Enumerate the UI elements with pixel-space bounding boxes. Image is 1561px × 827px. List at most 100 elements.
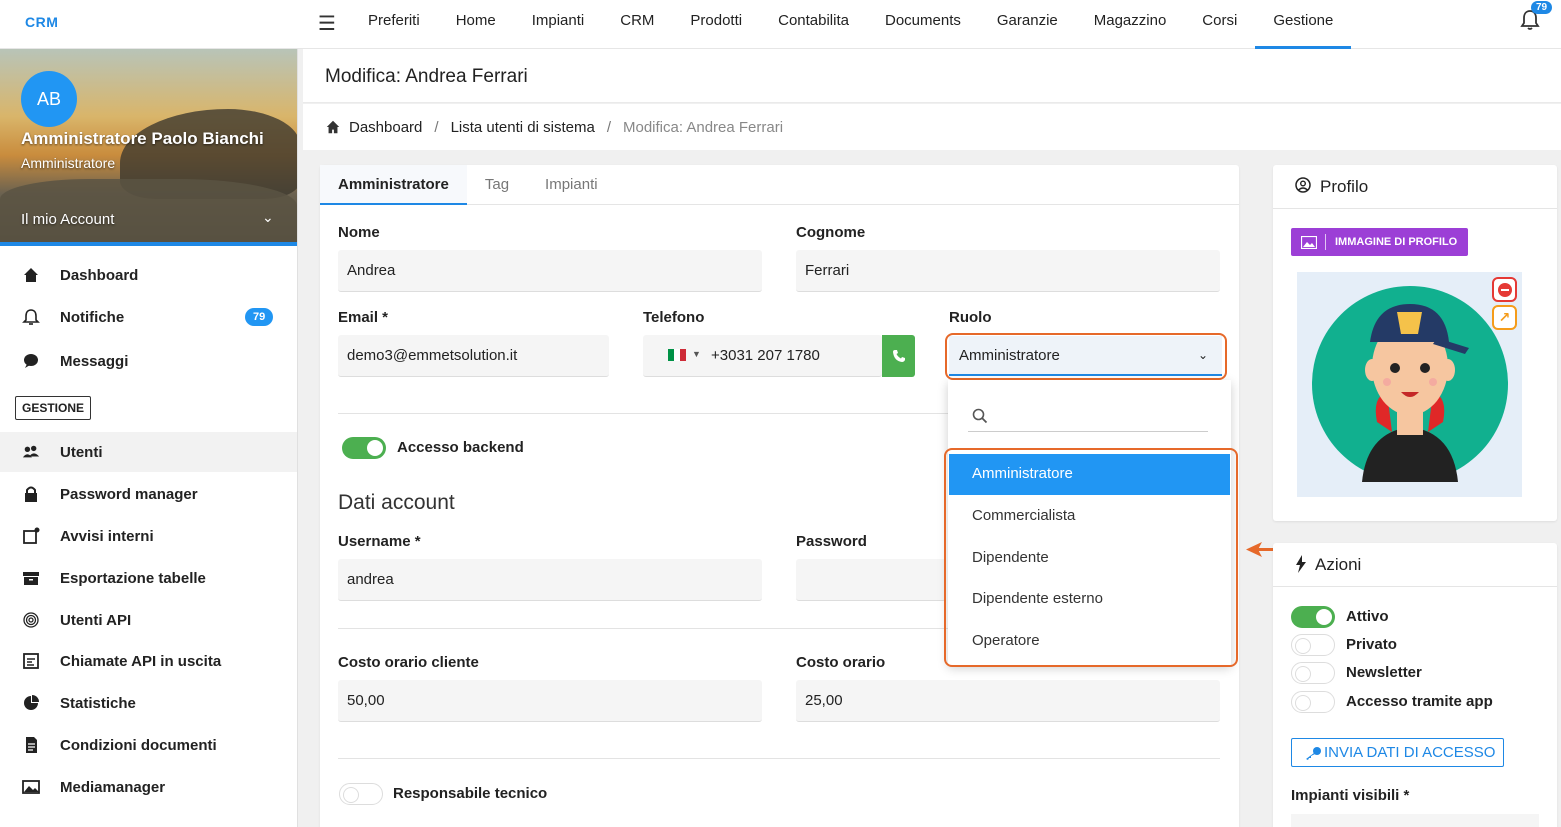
avatar[interactable]: AB [21,71,77,127]
api-icon [23,653,39,669]
password-label: Password [796,533,867,550]
password-field[interactable] [796,559,946,601]
profile-image-button[interactable]: IMMAGINE DI PROFILO [1291,228,1468,256]
sidebar-item-condizioni-documenti[interactable]: Condizioni documenti [0,725,297,765]
impianti-visibili-label: Impianti visibili * [1291,787,1410,804]
sidebar: AB Amministratore Paolo Bianchi Amminist… [0,49,298,827]
email-label: Email * [338,309,389,326]
image-icon [22,780,40,794]
home-icon [326,120,340,134]
privato-toggle[interactable] [1291,634,1335,656]
page-title: Modifica: Andrea Ferrari [325,66,528,87]
sidebar-item-password-manager[interactable]: Password manager [0,474,297,514]
remove-image-icon-inner [1497,282,1512,297]
nav-garanzie[interactable]: Garanzie [979,0,1076,49]
divider [338,413,948,414]
lock-icon [25,486,37,502]
menu-icon[interactable]: ☰ [318,11,336,36]
accesso-backend-label: Accesso backend [397,439,524,456]
accesso-app-toggle[interactable] [1291,691,1335,713]
sidebar-item-avvisi-interni[interactable]: Avvisi interni [0,516,297,556]
sidebar-item-notifiche[interactable]: Notifiche 79 [0,297,297,337]
app-logo[interactable]: CRM [25,14,58,30]
cognome-field[interactable]: Ferrari [796,250,1220,292]
nav-prodotti[interactable]: Prodotti [672,0,760,49]
remove-image-icon-bar [1500,288,1509,291]
tab-impianti[interactable]: Impianti [527,165,616,205]
call-button[interactable] [882,335,915,377]
chat-icon [24,354,38,368]
dropdown-search-input[interactable] [968,400,1208,432]
nav-impianti[interactable]: Impianti [514,0,603,49]
sidebar-item-label: Utenti [60,443,103,461]
arrow-head-icon [1246,542,1262,557]
nav-magazzino[interactable]: Magazzino [1076,0,1185,49]
sidebar-item-dashboard[interactable]: Dashboard [0,255,297,295]
nome-field[interactable]: Andrea [338,250,762,292]
azioni-title: Azioni [1315,555,1362,574]
username-label: Username * [338,533,421,550]
tab-tag[interactable]: Tag [467,165,527,205]
email-field[interactable]: demo3@emmetsolution.it [338,335,609,377]
nav-preferiti[interactable]: Preferiti [350,0,438,49]
responsabile-tecnico-label: Responsabile tecnico [393,785,548,802]
breadcrumb-dashboard[interactable]: Dashboard [349,119,422,136]
responsabile-tecnico-toggle[interactable] [339,783,383,805]
newsletter-toggle[interactable] [1291,662,1335,684]
nav-corsi[interactable]: Corsi [1184,0,1255,49]
impianti-visibili-field[interactable] [1291,814,1539,827]
nav-home[interactable]: Home [438,0,514,49]
sidebar-item-utenti-api[interactable]: Utenti API [0,600,297,640]
users-icon [22,445,40,458]
sidebar-item-statistiche[interactable]: Statistiche [0,683,297,723]
username-field[interactable]: andrea [338,559,762,601]
remove-image-icon[interactable] [1492,277,1517,302]
breadcrumb-current: Modifica: Andrea Ferrari [622,118,784,136]
edit-image-icon[interactable]: ↗ [1492,305,1517,330]
notification-count-badge: 79 [245,308,274,326]
tab-bar: Amministratore Tag Impianti [320,165,1239,205]
top-bar: CRM ☰ Preferiti Home Impianti CRM Prodot… [0,0,1561,49]
profilo-title: Profilo [1320,177,1369,196]
sidebar-item-label: Chiamate API in uscita [60,652,222,670]
accesso-app-label: Accesso tramite app [1346,693,1493,710]
nav-crm[interactable]: CRM [602,0,672,49]
section-label-gestione: GESTIONE [15,396,92,420]
profilo-panel-header: Profilo [1273,165,1557,209]
pie-chart-icon [24,695,39,710]
sidebar-item-mediamanager[interactable]: Mediamanager [0,767,297,807]
costo-orario-label: Costo orario [796,654,886,671]
accesso-backend-toggle[interactable] [342,437,386,459]
key-icon [1306,746,1321,760]
costo-orario-field[interactable]: 25,00 [796,680,1220,722]
breadcrumb-separator: / [606,118,611,136]
top-navigation: Preferiti Home Impianti CRM Prodotti Con… [350,0,1352,49]
breadcrumb-lista-utenti[interactable]: Lista utenti di sistema [451,119,595,136]
chevron-down-icon[interactable]: ⌄ [262,209,274,226]
highlight-box-select [945,333,1227,380]
sidebar-item-label: Dashboard [60,266,139,284]
home-icon [24,268,38,282]
tab-amministratore[interactable]: Amministratore [320,165,467,205]
caret-down-icon[interactable]: ▼ [692,349,701,359]
highlight-box-options [944,448,1238,667]
sidebar-item-label: Esportazione tabelle [60,569,206,587]
privato-label: Privato [1346,636,1397,653]
sidebar-item-esportazione-tabelle[interactable]: Esportazione tabelle [0,558,297,598]
italy-flag-icon[interactable] [668,349,686,361]
profile-image-button-label: IMMAGINE DI PROFILO [1335,236,1458,248]
fingerprint-icon [23,612,39,628]
nav-documents[interactable]: Documents [867,0,979,49]
costo-orario-cliente-field[interactable]: 50,00 [338,680,762,722]
nav-contabilita[interactable]: Contabilita [760,0,867,49]
sidebar-item-label: Statistiche [60,694,136,712]
send-access-data-button[interactable]: INVIA DATI DI ACCESSO [1291,738,1504,767]
attivo-toggle[interactable] [1291,606,1335,628]
sidebar-item-utenti[interactable]: Utenti [0,432,297,472]
nav-gestione[interactable]: Gestione [1255,0,1352,49]
sidebar-item-messaggi[interactable]: Messaggi [0,341,297,381]
my-account-toggle[interactable]: Il mio Account [21,211,114,228]
costo-orario-cliente-label: Costo orario cliente [338,654,479,671]
sidebar-item-chiamate-api[interactable]: Chiamate API in uscita [0,641,297,681]
cartoon-avatar-image [1312,286,1508,482]
